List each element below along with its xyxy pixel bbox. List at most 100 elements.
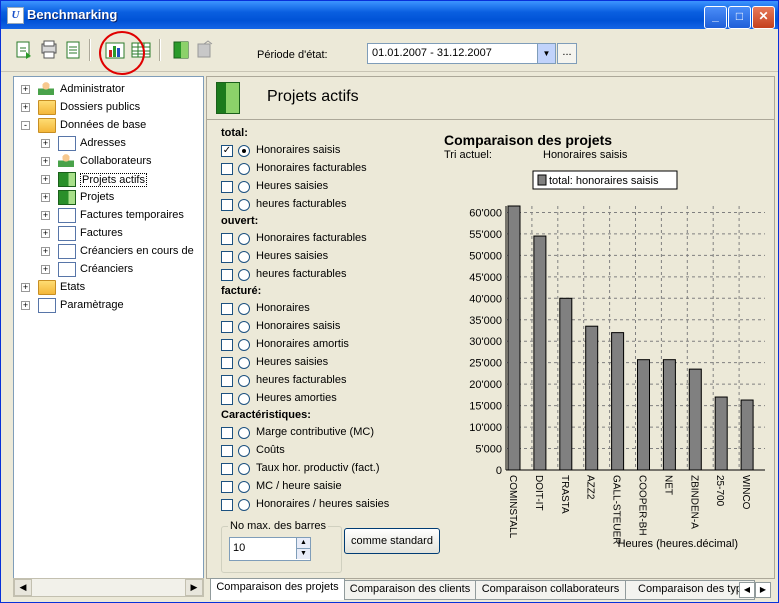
- period-picker-button[interactable]: ...: [557, 43, 577, 64]
- sort-label: Tri actuel:: [444, 149, 492, 161]
- standard-button[interactable]: comme standard: [344, 528, 440, 554]
- option-checkbox[interactable]: [221, 427, 233, 439]
- option-checkbox[interactable]: [221, 181, 233, 193]
- option-radio[interactable]: [238, 393, 250, 405]
- scroll-right-icon[interactable]: ▶: [185, 579, 203, 596]
- expand-icon[interactable]: +: [41, 247, 50, 256]
- binder-icon[interactable]: [171, 40, 191, 60]
- option-label: Taux hor. productiv (fact.): [256, 462, 380, 474]
- option-radio[interactable]: [238, 499, 250, 511]
- option-checkbox[interactable]: [221, 481, 233, 493]
- option-radio[interactable]: [238, 251, 250, 263]
- title-bar[interactable]: U Benchmarking _ □ ✕: [1, 1, 778, 29]
- option-radio[interactable]: [238, 321, 250, 333]
- tab-scroll-right-icon[interactable]: ▶: [755, 582, 771, 598]
- option-checkbox[interactable]: [221, 393, 233, 405]
- option-radio[interactable]: [238, 145, 250, 157]
- option-checkbox[interactable]: [221, 463, 233, 475]
- print-preview-icon[interactable]: [39, 40, 59, 60]
- expand-icon[interactable]: +: [21, 103, 30, 112]
- folder-icon: [38, 100, 56, 115]
- print-icon[interactable]: [63, 40, 83, 60]
- option-radio[interactable]: [238, 269, 250, 281]
- option-checkbox[interactable]: [221, 163, 233, 175]
- tab-2[interactable]: Comparaison des clients: [344, 580, 476, 600]
- option-label: Honoraires facturables: [256, 162, 367, 174]
- expand-icon[interactable]: +: [41, 265, 50, 274]
- option-checkbox[interactable]: [221, 357, 233, 369]
- option-label: Heures amorties: [256, 392, 337, 404]
- tab-4[interactable]: Comparaison des typ: [625, 580, 755, 600]
- option-checkbox[interactable]: [221, 499, 233, 511]
- dropdown-arrow-icon[interactable]: ▼: [537, 44, 555, 63]
- tab-3[interactable]: Comparaison collaborateurs: [475, 580, 626, 600]
- max-bars-group: No max. des barres 10 ▲ ▼: [221, 520, 342, 573]
- option-radio[interactable]: [238, 303, 250, 315]
- invoice-icon: [58, 226, 76, 241]
- option-radio[interactable]: [238, 181, 250, 193]
- tree-horizontal-scrollbar[interactable]: ◀ ▶: [13, 578, 204, 597]
- option-radio[interactable]: [238, 199, 250, 211]
- tree-item-label: Collaborateurs: [80, 155, 152, 167]
- x-tick-label: AZZ2: [585, 475, 596, 500]
- option-radio[interactable]: [238, 233, 250, 245]
- spin-down-icon[interactable]: ▼: [296, 549, 310, 559]
- maximize-button[interactable]: □: [728, 6, 751, 29]
- option-checkbox[interactable]: [221, 321, 233, 333]
- option-radio[interactable]: [238, 375, 250, 387]
- option-checkbox[interactable]: [221, 445, 233, 457]
- spin-up-icon[interactable]: ▲: [296, 538, 310, 549]
- tree-item-label: Adresses: [80, 137, 126, 149]
- option-checkbox[interactable]: [221, 375, 233, 387]
- close-button[interactable]: ✕: [752, 6, 775, 29]
- period-select[interactable]: 01.01.2007 - 31.12.2007 ▼: [367, 43, 556, 64]
- y-tick-label: 45'000: [469, 272, 502, 284]
- y-tick-label: 60'000: [469, 207, 502, 219]
- option-checkbox[interactable]: [221, 269, 233, 281]
- expand-icon[interactable]: +: [41, 229, 50, 238]
- option-label: heures facturables: [256, 268, 347, 280]
- expand-icon[interactable]: +: [21, 301, 30, 310]
- y-tick-label: 30'000: [469, 336, 502, 348]
- option-checkbox[interactable]: [221, 199, 233, 211]
- collapse-icon[interactable]: -: [21, 121, 30, 130]
- tab-scroll-left-icon[interactable]: ◀: [739, 582, 755, 598]
- x-tick-label: NET: [662, 475, 673, 495]
- option-radio[interactable]: [238, 427, 250, 439]
- y-tick-label: 0: [496, 465, 502, 477]
- x-tick-label: GALL-STEUER: [611, 475, 622, 544]
- option-radio[interactable]: [238, 463, 250, 475]
- max-bars-label: No max. des barres: [228, 520, 328, 532]
- option-checkbox[interactable]: [221, 251, 233, 263]
- export-icon[interactable]: [14, 40, 34, 60]
- option-label: Heures saisies: [256, 250, 329, 262]
- expand-icon[interactable]: +: [41, 139, 50, 148]
- bar: [507, 205, 521, 471]
- expand-icon[interactable]: +: [41, 157, 50, 166]
- option-checkbox[interactable]: ✓: [221, 145, 233, 157]
- max-bars-spinner[interactable]: 10 ▲ ▼: [229, 537, 311, 561]
- option-checkbox[interactable]: [221, 303, 233, 315]
- scroll-left-icon[interactable]: ◀: [14, 579, 32, 596]
- expand-icon[interactable]: +: [21, 85, 30, 94]
- option-checkbox[interactable]: [221, 339, 233, 351]
- creditor-icon: [58, 244, 76, 259]
- binder-icon: [58, 172, 76, 187]
- expand-icon[interactable]: +: [41, 193, 50, 202]
- x-axis-label: Heures (heures.décimal): [618, 538, 738, 550]
- option-radio[interactable]: [238, 163, 250, 175]
- expand-icon[interactable]: +: [41, 175, 50, 184]
- tab-1[interactable]: Comparaison des projets: [210, 578, 345, 600]
- option-radio[interactable]: [238, 481, 250, 493]
- option-radio[interactable]: [238, 339, 250, 351]
- y-tick-label: 55'000: [469, 229, 502, 241]
- person-icon: [38, 82, 54, 95]
- option-radio[interactable]: [238, 357, 250, 369]
- expand-icon[interactable]: +: [21, 283, 30, 292]
- section-heading: ouvert:: [221, 215, 259, 227]
- option-checkbox[interactable]: [221, 233, 233, 245]
- option-radio[interactable]: [238, 445, 250, 457]
- minimize-button[interactable]: _: [704, 6, 727, 29]
- transfer-icon[interactable]: [195, 40, 215, 60]
- expand-icon[interactable]: +: [41, 211, 50, 220]
